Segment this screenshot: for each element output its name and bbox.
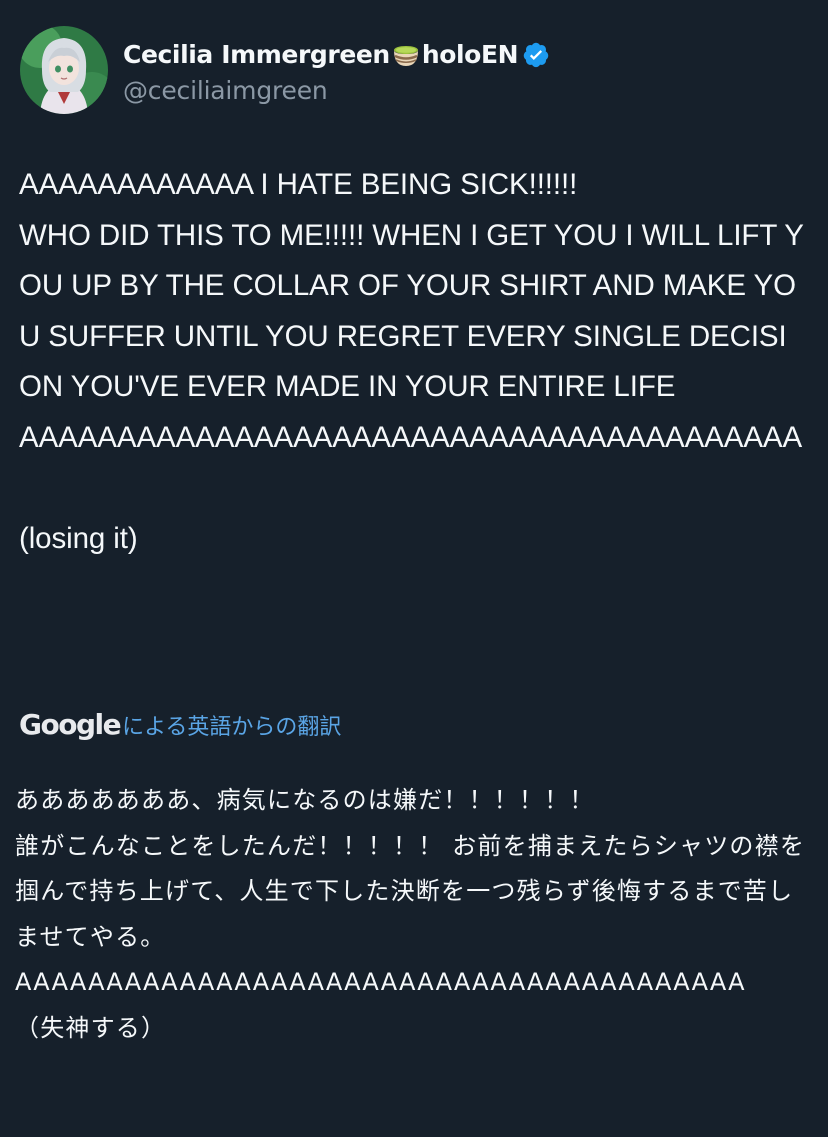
tweet-header: Cecilia Immergreen holoEN @ceciliaimgree… — [20, 26, 550, 114]
green-tea-icon — [391, 40, 421, 70]
translated-text: あああああああ、病気になるのは嫌だ！！！！！！ 誰がこんなことをしたんだ！！！！… — [15, 786, 806, 1042]
display-name-row[interactable]: Cecilia Immergreen holoEN — [123, 36, 550, 74]
translation-label[interactable]: による英語からの翻訳 — [122, 709, 341, 741]
author-handle[interactable]: @ceciliaimgreen — [123, 76, 550, 105]
avatar[interactable] — [20, 26, 108, 114]
avatar-image — [20, 26, 108, 114]
author-names: Cecilia Immergreen holoEN @ceciliaimgree… — [123, 36, 550, 105]
display-name-suffix[interactable]: holoEN — [422, 40, 519, 69]
verified-badge-icon[interactable] — [522, 41, 550, 69]
google-logo: Google — [19, 708, 122, 741]
tweet-text: AAAAAAAAAAAA I HATE BEING SICK!!!!!! WHO… — [19, 168, 804, 555]
translation-attribution[interactable]: Google による英語からの翻訳 — [19, 708, 341, 752]
display-name[interactable]: Cecilia Immergreen — [123, 40, 390, 69]
